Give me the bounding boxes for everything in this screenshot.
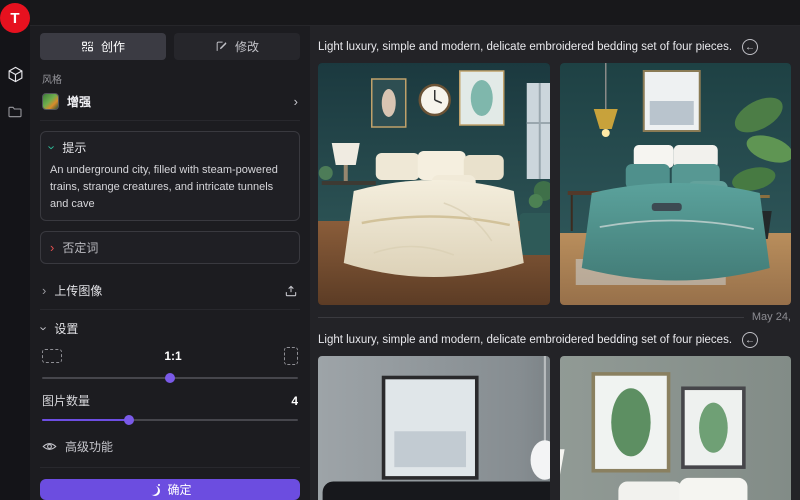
crescent-moon-icon xyxy=(148,484,160,496)
image-count-value: 4 xyxy=(291,394,298,408)
reuse-prompt-arrow-icon[interactable]: ← xyxy=(742,332,758,348)
tab-modify-label: 修改 xyxy=(235,38,259,55)
confirm-button[interactable]: 确定 xyxy=(40,479,300,500)
advanced-features-label: 高级功能 xyxy=(65,438,113,455)
folder-icon[interactable] xyxy=(0,97,30,127)
top-bar xyxy=(30,0,800,26)
results-gallery: Light luxury, simple and modern, delicat… xyxy=(310,26,800,500)
aspect-ratio-row: 1:1 xyxy=(40,341,300,367)
style-selector[interactable]: 增强 › xyxy=(40,90,300,121)
style-value: 增强 xyxy=(67,93,286,110)
advanced-features-row[interactable]: 高级功能 xyxy=(40,424,300,468)
chevron-down-icon: › xyxy=(38,326,51,330)
confirm-button-label: 确定 xyxy=(167,481,191,498)
gallery-prompt-row: Light luxury, simple and modern, delicat… xyxy=(318,26,791,63)
app-window: T 创作 xyxy=(0,0,800,500)
eye-icon xyxy=(42,439,57,454)
portrait-ratio-icon[interactable] xyxy=(284,347,298,365)
prompt-section-label: 提示 xyxy=(62,139,86,156)
divider-line xyxy=(318,317,744,318)
chevron-down-icon: › xyxy=(46,145,59,149)
gallery-prompt-row: Light luxury, simple and modern, delicat… xyxy=(318,323,791,356)
left-rail: T xyxy=(0,0,30,500)
chevron-right-icon: › xyxy=(50,241,54,254)
generation-date: May 24, xyxy=(752,311,791,323)
negative-section[interactable]: › 否定词 xyxy=(40,231,300,264)
negative-section-label: 否定词 xyxy=(62,239,98,256)
settings-section-label: 设置 xyxy=(54,320,78,337)
upload-icon[interactable] xyxy=(284,284,298,298)
tab-create[interactable]: 创作 xyxy=(40,33,166,60)
image-count-row: 图片数量 4 xyxy=(40,382,300,409)
aspect-ratio-value: 1:1 xyxy=(62,349,284,363)
image-count-label: 图片数量 xyxy=(42,392,291,409)
upload-image-row[interactable]: › 上传图像 xyxy=(40,272,300,310)
generated-image[interactable] xyxy=(560,356,792,500)
upload-image-label: 上传图像 xyxy=(54,282,276,299)
generated-image[interactable] xyxy=(318,356,550,500)
app-logo[interactable]: T xyxy=(0,3,30,33)
chevron-right-icon: › xyxy=(42,284,46,297)
image-row xyxy=(318,356,791,500)
cube-3d-icon[interactable] xyxy=(0,59,30,89)
image-count-slider[interactable] xyxy=(42,413,298,424)
edit-pencil-icon xyxy=(215,40,228,53)
prompt-section[interactable]: › 提示 An underground city, filled with st… xyxy=(40,131,300,221)
gallery-prompt-text: Light luxury, simple and modern, delicat… xyxy=(318,334,732,346)
prompt-text[interactable]: An underground city, filled with steam-p… xyxy=(50,162,290,213)
chevron-right-icon: › xyxy=(294,95,298,108)
generation-panel: 创作 修改 风格 增强 › xyxy=(30,26,310,500)
date-divider-row: May 24, xyxy=(318,305,791,323)
reuse-prompt-arrow-icon[interactable]: ← xyxy=(742,39,758,55)
mode-tabs: 创作 修改 xyxy=(40,33,300,60)
settings-section-header[interactable]: › 设置 xyxy=(40,310,300,341)
generated-image[interactable] xyxy=(318,63,550,305)
generated-image[interactable] xyxy=(560,63,792,305)
tab-modify[interactable]: 修改 xyxy=(174,33,300,60)
style-thumbnail xyxy=(42,93,59,110)
gallery-prompt-text: Light luxury, simple and modern, delicat… xyxy=(318,41,732,53)
aspect-ratio-slider[interactable] xyxy=(42,371,298,382)
image-row xyxy=(318,63,791,305)
tab-create-label: 创作 xyxy=(101,38,125,55)
grid-create-icon xyxy=(81,40,94,53)
landscape-ratio-icon[interactable] xyxy=(42,349,62,363)
style-section-label: 风格 xyxy=(42,71,298,86)
